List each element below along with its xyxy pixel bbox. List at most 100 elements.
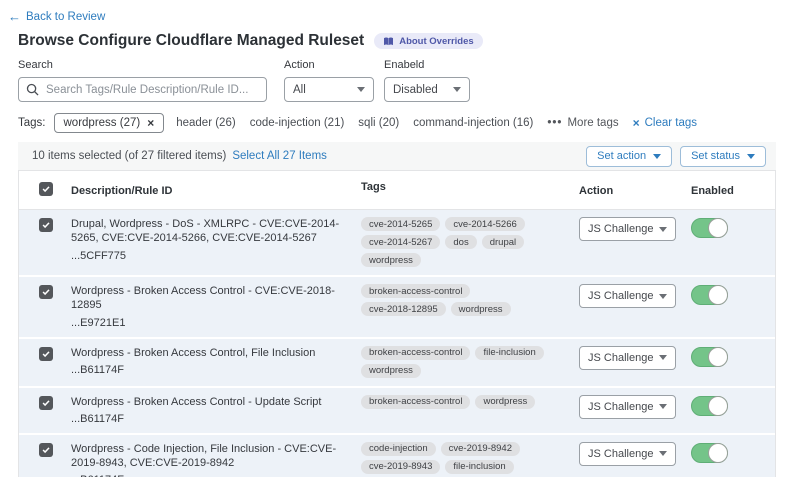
enabled-toggle[interactable] [691, 218, 728, 238]
about-overrides-label: About Overrides [399, 36, 473, 47]
table-row: Drupal, Wordpress - DoS - XMLRPC - CVE:C… [19, 210, 775, 277]
action-select[interactable]: JS Challenge [579, 284, 676, 308]
set-action-button[interactable]: Set action [586, 146, 672, 167]
page: ← Back to Review Browse Configure Cloudf… [0, 0, 794, 477]
remove-tag-icon[interactable]: × [147, 117, 154, 129]
header-enabled: Enabled [691, 185, 734, 197]
action-select[interactable]: JS Challenge [579, 217, 676, 241]
rules-table-body: Drupal, Wordpress - DoS - XMLRPC - CVE:C… [19, 210, 775, 477]
caret-down-icon [659, 451, 667, 456]
available-tags: header (26) code-injection (21) sqli (20) c… [176, 117, 547, 129]
table-row: Wordpress - Broken Access Control - CVE:… [19, 277, 775, 339]
more-tags-button[interactable]: ••• More tags [547, 117, 618, 129]
rule-tags: broken-access-control file-inclusion wordp… [356, 339, 571, 386]
tag-filter-option[interactable]: code-injection (21) [250, 117, 345, 129]
rule-id: ...5CFF775 [71, 250, 342, 262]
caret-down-icon [653, 154, 661, 159]
header-tags: Tags [361, 181, 386, 193]
row-checkbox[interactable] [39, 285, 53, 299]
set-status-button[interactable]: Set status [680, 146, 766, 167]
tag-pill: wordpress [451, 302, 511, 316]
selected-tag-label: wordpress (27) [64, 117, 141, 129]
action-select[interactable]: JS Challenge [579, 395, 676, 419]
tag-pill: cve-2018-12895 [361, 302, 446, 316]
back-link[interactable]: ← Back to Review [8, 10, 105, 23]
row-checkbox[interactable] [39, 218, 53, 232]
selection-bar: 10 items selected (of 27 filtered items)… [18, 142, 776, 170]
toggle-knob [708, 347, 728, 367]
enabled-filter-label: Enabeld [384, 59, 470, 71]
select-all-checkbox[interactable] [39, 182, 53, 196]
caret-down-icon [453, 87, 461, 92]
row-checkbox[interactable] [39, 347, 53, 361]
tag-pill: cve-2014-5267 [361, 235, 440, 249]
table-row: Wordpress - Broken Access Control, File … [19, 339, 775, 388]
caret-down-icon [357, 87, 365, 92]
tag-pill: broken-access-control [361, 346, 470, 360]
search-label: Search [18, 59, 267, 71]
tag-pill: file-inclusion [475, 346, 543, 360]
tag-filter-option[interactable]: sqli (20) [358, 117, 399, 129]
rule-description: Wordpress - Broken Access Control - Upda… [71, 395, 342, 409]
enabled-toggle[interactable] [691, 396, 728, 416]
enabled-toggle[interactable] [691, 443, 728, 463]
clear-tags-label: Clear tags [645, 117, 697, 129]
toggle-knob [708, 218, 728, 238]
enabled-toggle[interactable] [691, 285, 728, 305]
enabled-toggle[interactable] [691, 347, 728, 367]
tag-filter-option[interactable]: command-injection (16) [413, 117, 533, 129]
action-filter-label: Action [284, 59, 374, 71]
set-status-label: Set status [691, 150, 740, 162]
rule-id: ...B61174F [71, 364, 342, 376]
action-select-value: JS Challenge [588, 352, 653, 364]
tag-pill: cve-2014-5266 [445, 217, 524, 231]
about-overrides-badge[interactable]: About Overrides [374, 33, 482, 49]
search-input[interactable] [18, 77, 267, 102]
tag-pill: cve-2019-8943 [361, 460, 440, 474]
rule-description: Wordpress - Code Injection, File Inclusi… [71, 442, 342, 471]
enabled-filter-value: Disabled [393, 84, 438, 96]
rule-tags: broken-access-controlwordpress [356, 388, 571, 433]
tag-pill: wordpress [361, 253, 421, 267]
row-checkbox[interactable] [39, 396, 53, 410]
ellipsis-icon: ••• [547, 117, 562, 129]
book-icon [383, 37, 394, 46]
selected-tag-chip[interactable]: wordpress (27) × [54, 113, 165, 133]
action-filter-value: All [293, 84, 306, 96]
header-description: Description/Rule ID [71, 185, 172, 197]
enabled-filter-select[interactable]: Disabled [384, 77, 470, 102]
select-all-link[interactable]: Select All 27 Items [232, 150, 327, 162]
tag-pill: code-injection [361, 442, 436, 456]
rules-table: Description/Rule ID Tags Action Enabled … [18, 170, 776, 477]
rule-id: ...E9721E1 [71, 317, 342, 329]
set-action-label: Set action [597, 150, 646, 162]
row-checkbox[interactable] [39, 443, 53, 457]
action-filter-select[interactable]: All [284, 77, 374, 102]
caret-down-icon [659, 294, 667, 299]
action-select-value: JS Challenge [588, 448, 653, 460]
rule-description: Wordpress - Broken Access Control - CVE:… [71, 284, 342, 313]
back-link-label: Back to Review [26, 11, 105, 23]
rule-tags: code-injectioncve-2019-8942cve-2019-8943… [356, 435, 571, 477]
search-icon [26, 83, 39, 96]
tag-pill: wordpress [361, 364, 421, 378]
action-select-value: JS Challenge [588, 401, 653, 413]
back-arrow-icon: ← [8, 10, 21, 23]
tag-filter-option[interactable]: header (26) [176, 117, 235, 129]
tag-pill: file-inclusion [445, 460, 513, 474]
rule-id: ...B61174F [71, 413, 342, 425]
rule-description: Wordpress - Broken Access Control, File … [71, 346, 342, 360]
action-select-value: JS Challenge [588, 223, 653, 235]
clear-tags-button[interactable]: × Clear tags [633, 117, 697, 129]
action-select[interactable]: JS Challenge [579, 346, 676, 370]
tag-pill: cve-2014-5265 [361, 217, 440, 231]
caret-down-icon [659, 227, 667, 232]
caret-down-icon [659, 404, 667, 409]
tag-pill: drupal [482, 235, 524, 249]
clear-icon: × [633, 117, 640, 129]
caret-down-icon [659, 355, 667, 360]
toggle-knob [708, 285, 728, 305]
tag-pill: dos [445, 235, 476, 249]
action-select[interactable]: JS Challenge [579, 442, 676, 466]
tag-pill: broken-access-control [361, 284, 470, 298]
